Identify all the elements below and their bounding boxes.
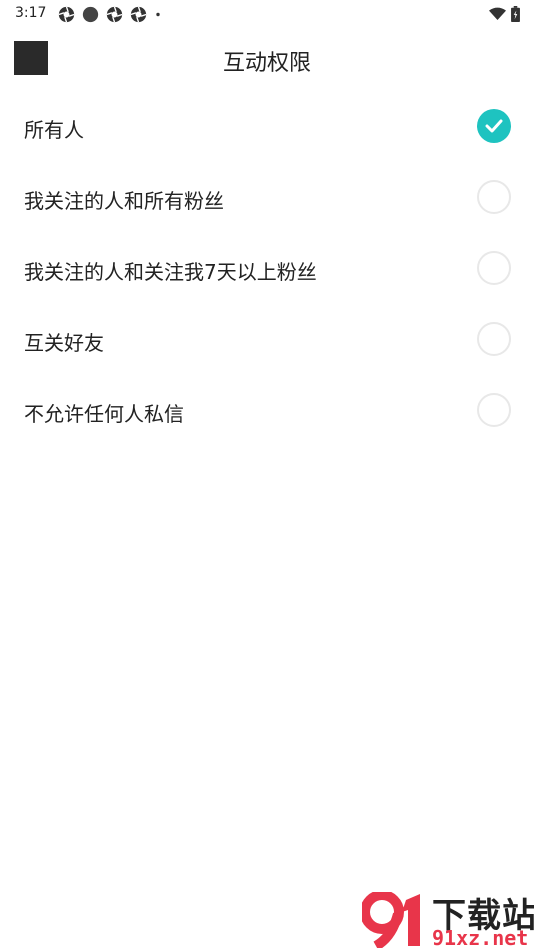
option-label: 我关注的人和所有粉丝: [24, 189, 224, 213]
watermark-url: 91xz.net: [432, 926, 529, 950]
watermark-logo-icon: [362, 892, 420, 948]
watermark: 下载站 91xz.net: [362, 888, 534, 950]
aperture-icon: [58, 6, 75, 22]
aperture-icon: [130, 6, 147, 22]
option-no-one[interactable]: 不允许任何人私信: [0, 376, 534, 447]
option-label: 我关注的人和关注我7天以上粉丝: [24, 260, 317, 284]
radio-selected[interactable]: [477, 109, 511, 143]
record-icon: [82, 6, 99, 22]
radio-unselected[interactable]: [477, 393, 511, 427]
system-status-icons: [489, 5, 520, 23]
option-following-and-all-fans[interactable]: 我关注的人和所有粉丝: [0, 163, 534, 234]
option-label: 互关好友: [24, 331, 104, 355]
option-following-and-7day-fans[interactable]: 我关注的人和关注我7天以上粉丝: [0, 234, 534, 305]
permission-option-list: 所有人 我关注的人和所有粉丝 我关注的人和关注我7天以上粉丝 互关好友 不允许任…: [0, 92, 534, 447]
radio-unselected[interactable]: [477, 322, 511, 356]
aperture-icon: [106, 6, 123, 22]
option-label: 不允许任何人私信: [24, 402, 184, 426]
status-time: 3:17: [15, 5, 47, 21]
app-header: 互动权限: [0, 28, 534, 92]
page-title: 互动权限: [222, 51, 311, 76]
status-bar: 3:17: [0, 0, 534, 28]
more-notifications-dot-icon: [156, 12, 160, 16]
check-icon: [485, 119, 503, 133]
notification-icons: [58, 5, 162, 23]
option-label: 所有人: [24, 118, 84, 142]
radio-unselected[interactable]: [477, 180, 511, 214]
option-everyone[interactable]: 所有人: [0, 92, 534, 163]
option-mutual-friends[interactable]: 互关好友: [0, 305, 534, 376]
wifi-icon: [489, 7, 506, 20]
battery-charging-icon: [511, 6, 520, 22]
radio-unselected[interactable]: [477, 251, 511, 285]
